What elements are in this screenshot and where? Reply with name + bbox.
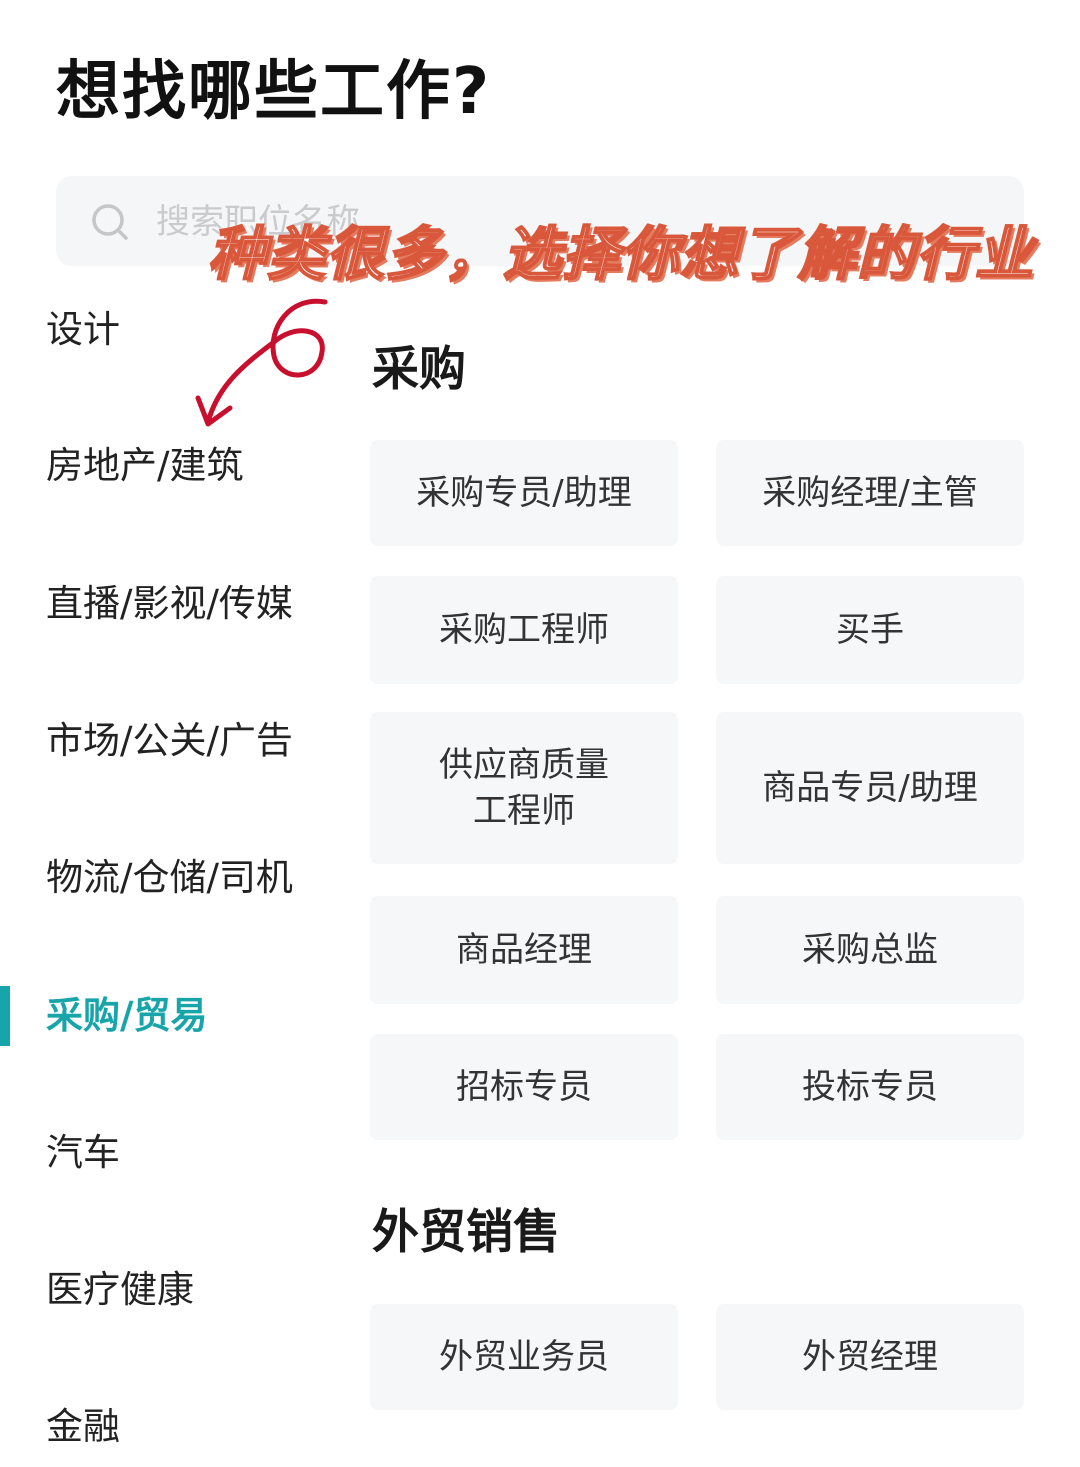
job-chip-label: 投标专员 [802, 1067, 938, 1107]
sidebar-item-automotive[interactable]: 汽车 [0, 1113, 340, 1193]
sidebar-item-label: 市场/公关/广告 [46, 719, 293, 762]
sidebar-item-media[interactable]: 直播/影视/传媒 [0, 564, 340, 644]
job-chip-label: 外贸经理 [802, 1337, 938, 1377]
job-chip[interactable]: 供应商质量工程师 [370, 712, 678, 864]
job-chip-label: 外贸业务员 [439, 1337, 609, 1377]
sidebar-item-label: 设计 [46, 308, 120, 351]
sidebar-item-label: 直播/影视/传媒 [46, 582, 293, 625]
page-title: 想找哪些工作? [56, 55, 492, 129]
job-chip-label: 采购经理/主管 [762, 473, 978, 513]
job-chip[interactable]: 外贸经理 [716, 1304, 1024, 1410]
overlay-caption: 种类很多，选择你想了解的行业 [207, 219, 1035, 289]
job-chip[interactable]: 采购经理/主管 [716, 440, 1024, 546]
sidebar-item-label: 金融 [46, 1405, 120, 1448]
sidebar-item-marketing[interactable]: 市场/公关/广告 [0, 701, 340, 781]
section-title-foreign-trade-sales: 外贸销售 [372, 1205, 560, 1260]
job-chip[interactable]: 采购工程师 [370, 576, 678, 684]
job-chip-label: 商品专员/助理 [762, 768, 978, 808]
sidebar-item-healthcare[interactable]: 医疗健康 [0, 1250, 340, 1330]
job-chip[interactable]: 采购总监 [716, 896, 1024, 1004]
sidebar-item-finance[interactable]: 金融 [0, 1387, 340, 1467]
job-chip[interactable]: 投标专员 [716, 1034, 1024, 1140]
job-chip-label: 采购总监 [802, 930, 938, 970]
search-icon [92, 204, 128, 240]
job-chip[interactable]: 外贸业务员 [370, 1304, 678, 1410]
section-title-procurement: 采购 [372, 342, 466, 397]
job-chip-label: 买手 [836, 610, 904, 650]
job-chip-label: 采购工程师 [439, 610, 609, 650]
sidebar-item-label: 医疗健康 [46, 1268, 194, 1311]
sidebar-item-logistics[interactable]: 物流/仓储/司机 [0, 838, 340, 918]
sidebar-item-label: 物流/仓储/司机 [46, 856, 293, 899]
sidebar-item-procurement-trade[interactable]: 采购/贸易 [0, 976, 340, 1056]
job-chip[interactable]: 买手 [716, 576, 1024, 684]
category-sidebar: 设计 房地产/建筑 直播/影视/传媒 市场/公关/广告 物流/仓储/司机 采购/… [0, 290, 340, 1448]
active-indicator [0, 986, 10, 1046]
sidebar-item-label: 房地产/建筑 [46, 444, 244, 487]
job-chip-label: 采购专员/助理 [416, 473, 632, 513]
job-chip-label: 招标专员 [456, 1067, 592, 1107]
job-chip[interactable]: 招标专员 [370, 1034, 678, 1140]
job-chip-label: 供应商质量工程师 [439, 745, 609, 831]
job-chip-label: 商品经理 [456, 930, 592, 970]
job-chip[interactable]: 商品专员/助理 [716, 712, 1024, 864]
job-chip[interactable]: 商品经理 [370, 896, 678, 1004]
job-chip[interactable]: 采购专员/助理 [370, 440, 678, 546]
sidebar-item-label: 采购/贸易 [46, 994, 208, 1037]
hand-drawn-arrow-icon [195, 298, 328, 427]
sidebar-item-label: 汽车 [46, 1131, 120, 1174]
